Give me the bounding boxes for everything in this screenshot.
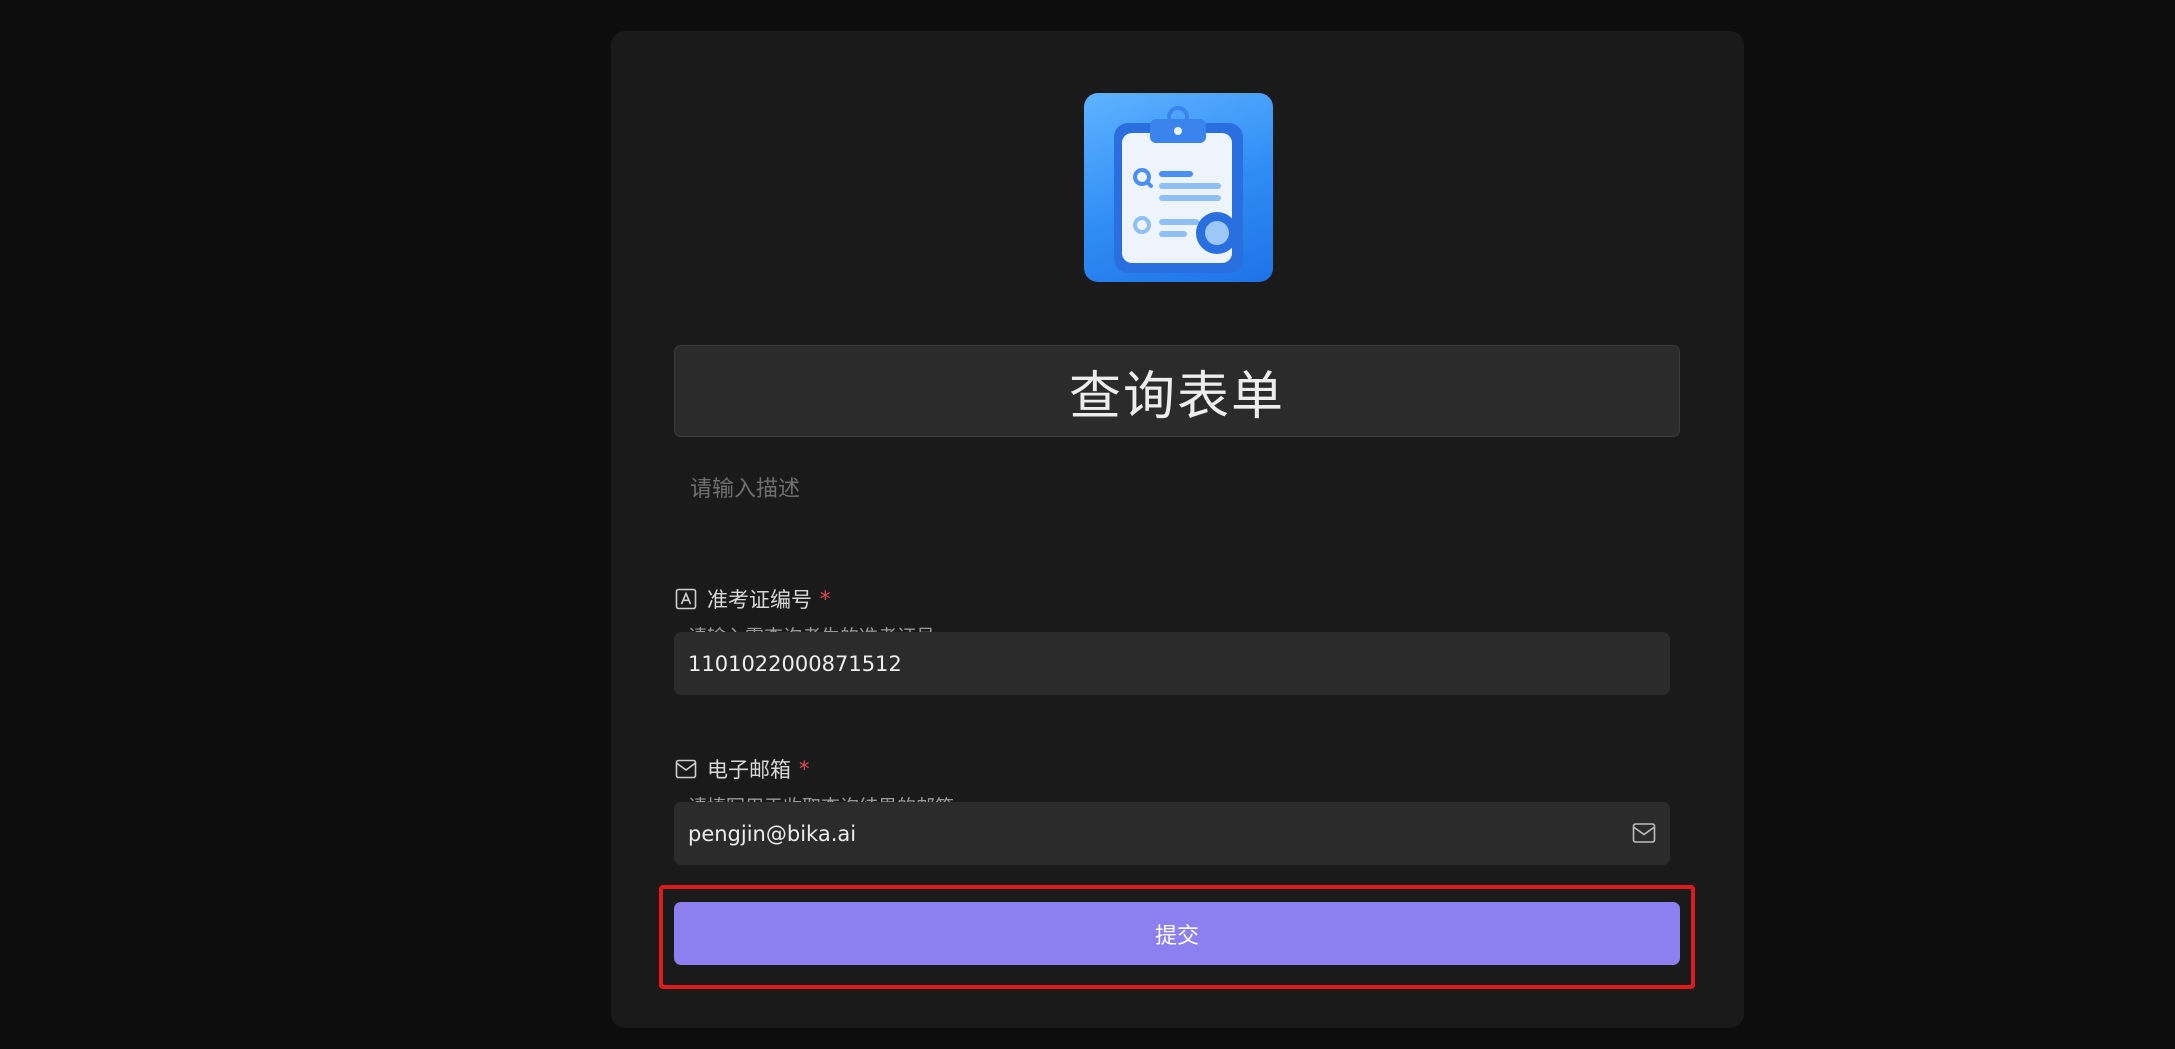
form-card: 查询表单 请输入描述 准考证编号 * 请输入需查询考生的准考证号 1101022… bbox=[611, 31, 1744, 1028]
form-title-input[interactable]: 查询表单 bbox=[674, 345, 1680, 437]
field-label-email: 电子邮箱 * bbox=[675, 754, 810, 784]
input-value: pengjin@bika.ai bbox=[688, 821, 857, 846]
mail-icon bbox=[675, 759, 697, 779]
admission-number-input[interactable]: 1101022000871512 bbox=[674, 632, 1670, 695]
mail-icon bbox=[1632, 823, 1656, 843]
required-mark: * bbox=[799, 757, 810, 781]
form-title: 查询表单 bbox=[1068, 366, 1285, 427]
input-value: 1101022000871512 bbox=[688, 651, 902, 676]
text-field-icon bbox=[675, 588, 697, 610]
submit-button[interactable]: 提交 bbox=[674, 902, 1680, 965]
field-label-admission-number: 准考证编号 * bbox=[675, 584, 831, 614]
email-input[interactable]: pengjin@bika.ai bbox=[674, 802, 1670, 865]
required-mark: * bbox=[820, 587, 831, 611]
field-label-text: 电子邮箱 bbox=[707, 758, 791, 782]
field-label-text: 准考证编号 bbox=[707, 588, 812, 612]
form-description-input[interactable]: 请输入描述 bbox=[690, 471, 800, 503]
clipboard-search-icon bbox=[1084, 93, 1273, 282]
